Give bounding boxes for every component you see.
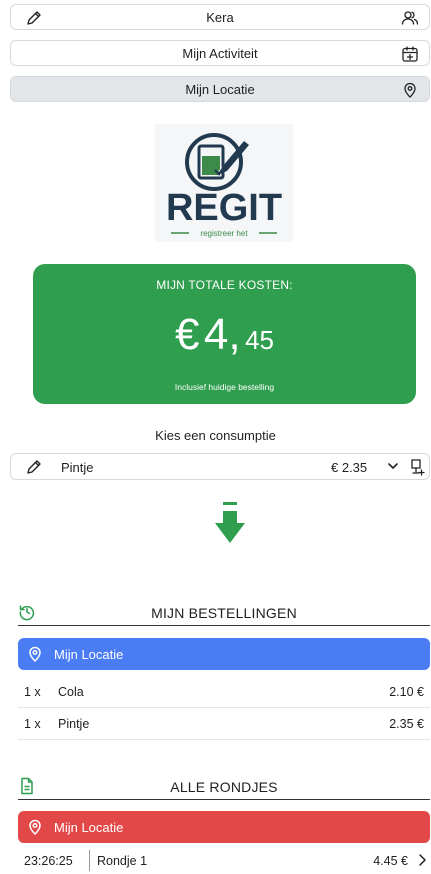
divider [89, 850, 90, 871]
round-row[interactable]: 23:26:25 Rondje 1 4.45 € [18, 850, 430, 874]
location-button[interactable]: Mijn Locatie [10, 76, 430, 102]
order-qty: 1 x [24, 685, 41, 699]
costs-title: MIJN TOTALE KOSTEN: [156, 278, 293, 292]
order-row[interactable]: 1 x Cola 2.10 € [18, 676, 430, 708]
round-time: 23:26:25 [24, 854, 73, 868]
round-total: 4.45 € [373, 854, 408, 868]
order-name: Pintje [58, 717, 90, 731]
regit-logo: REGIT registreer het [155, 124, 293, 242]
chevron-down-icon[interactable] [387, 460, 399, 472]
costs-amount-cents: 45 [245, 325, 274, 355]
calendar-add-icon [401, 45, 419, 63]
costs-currency: € [174, 310, 200, 359]
costs-amount-main: 4, [203, 310, 241, 359]
all-rounds-location-bar: Mijn Locatie [18, 811, 430, 843]
location-pin-icon [26, 818, 44, 836]
my-orders-location-label: Mijn Locatie [54, 646, 124, 662]
kera-button[interactable]: Kera [10, 4, 430, 30]
order-amount: 2.10 € [389, 685, 424, 699]
costs-amount: € 4, 45 [33, 310, 416, 360]
location-pin-icon [401, 81, 419, 99]
all-rounds-title: ALLE RONDJES [170, 779, 278, 795]
pencil-icon [25, 9, 43, 27]
choose-consumption-label: Kies een consumptie [155, 428, 276, 443]
add-drink-icon[interactable] [409, 458, 425, 476]
logo-wordmark: REGIT [166, 187, 282, 229]
all-rounds-location-label: Mijn Locatie [54, 819, 124, 835]
consumption-select[interactable]: Pintje € 2.35 [10, 453, 430, 480]
chevron-right-icon[interactable] [416, 853, 428, 867]
order-row[interactable]: 1 x Pintje 2.35 € [18, 708, 430, 740]
pencil-icon[interactable] [25, 458, 43, 476]
my-orders-title: MIJN BESTELLINGEN [151, 605, 297, 621]
total-costs-card: MIJN TOTALE KOSTEN: € 4, 45 Inclusief hu… [33, 264, 416, 404]
location-pin-icon [26, 645, 44, 663]
people-icon [401, 9, 419, 27]
costs-note: Inclusief huidige bestelling [174, 382, 275, 392]
order-name: Cola [58, 685, 84, 699]
submit-order-arrow-icon[interactable] [214, 501, 246, 545]
my-orders-header: MIJN BESTELLINGEN [18, 603, 430, 626]
order-qty: 1 x [24, 717, 41, 731]
logo-tagline: registreer het [200, 229, 248, 238]
location-label: Mijn Locatie [185, 81, 255, 97]
activity-button[interactable]: Mijn Activiteit [10, 40, 430, 66]
all-rounds-header: ALLE RONDJES [18, 777, 430, 800]
my-orders-location-bar: Mijn Locatie [18, 638, 430, 670]
order-amount: 2.35 € [389, 717, 424, 731]
consumption-selected: Pintje [61, 460, 94, 475]
activity-label: Mijn Activiteit [182, 45, 258, 61]
consumption-price: € 2.35 [331, 460, 368, 475]
round-name: Rondje 1 [97, 854, 148, 868]
kera-label: Kera [206, 9, 234, 25]
